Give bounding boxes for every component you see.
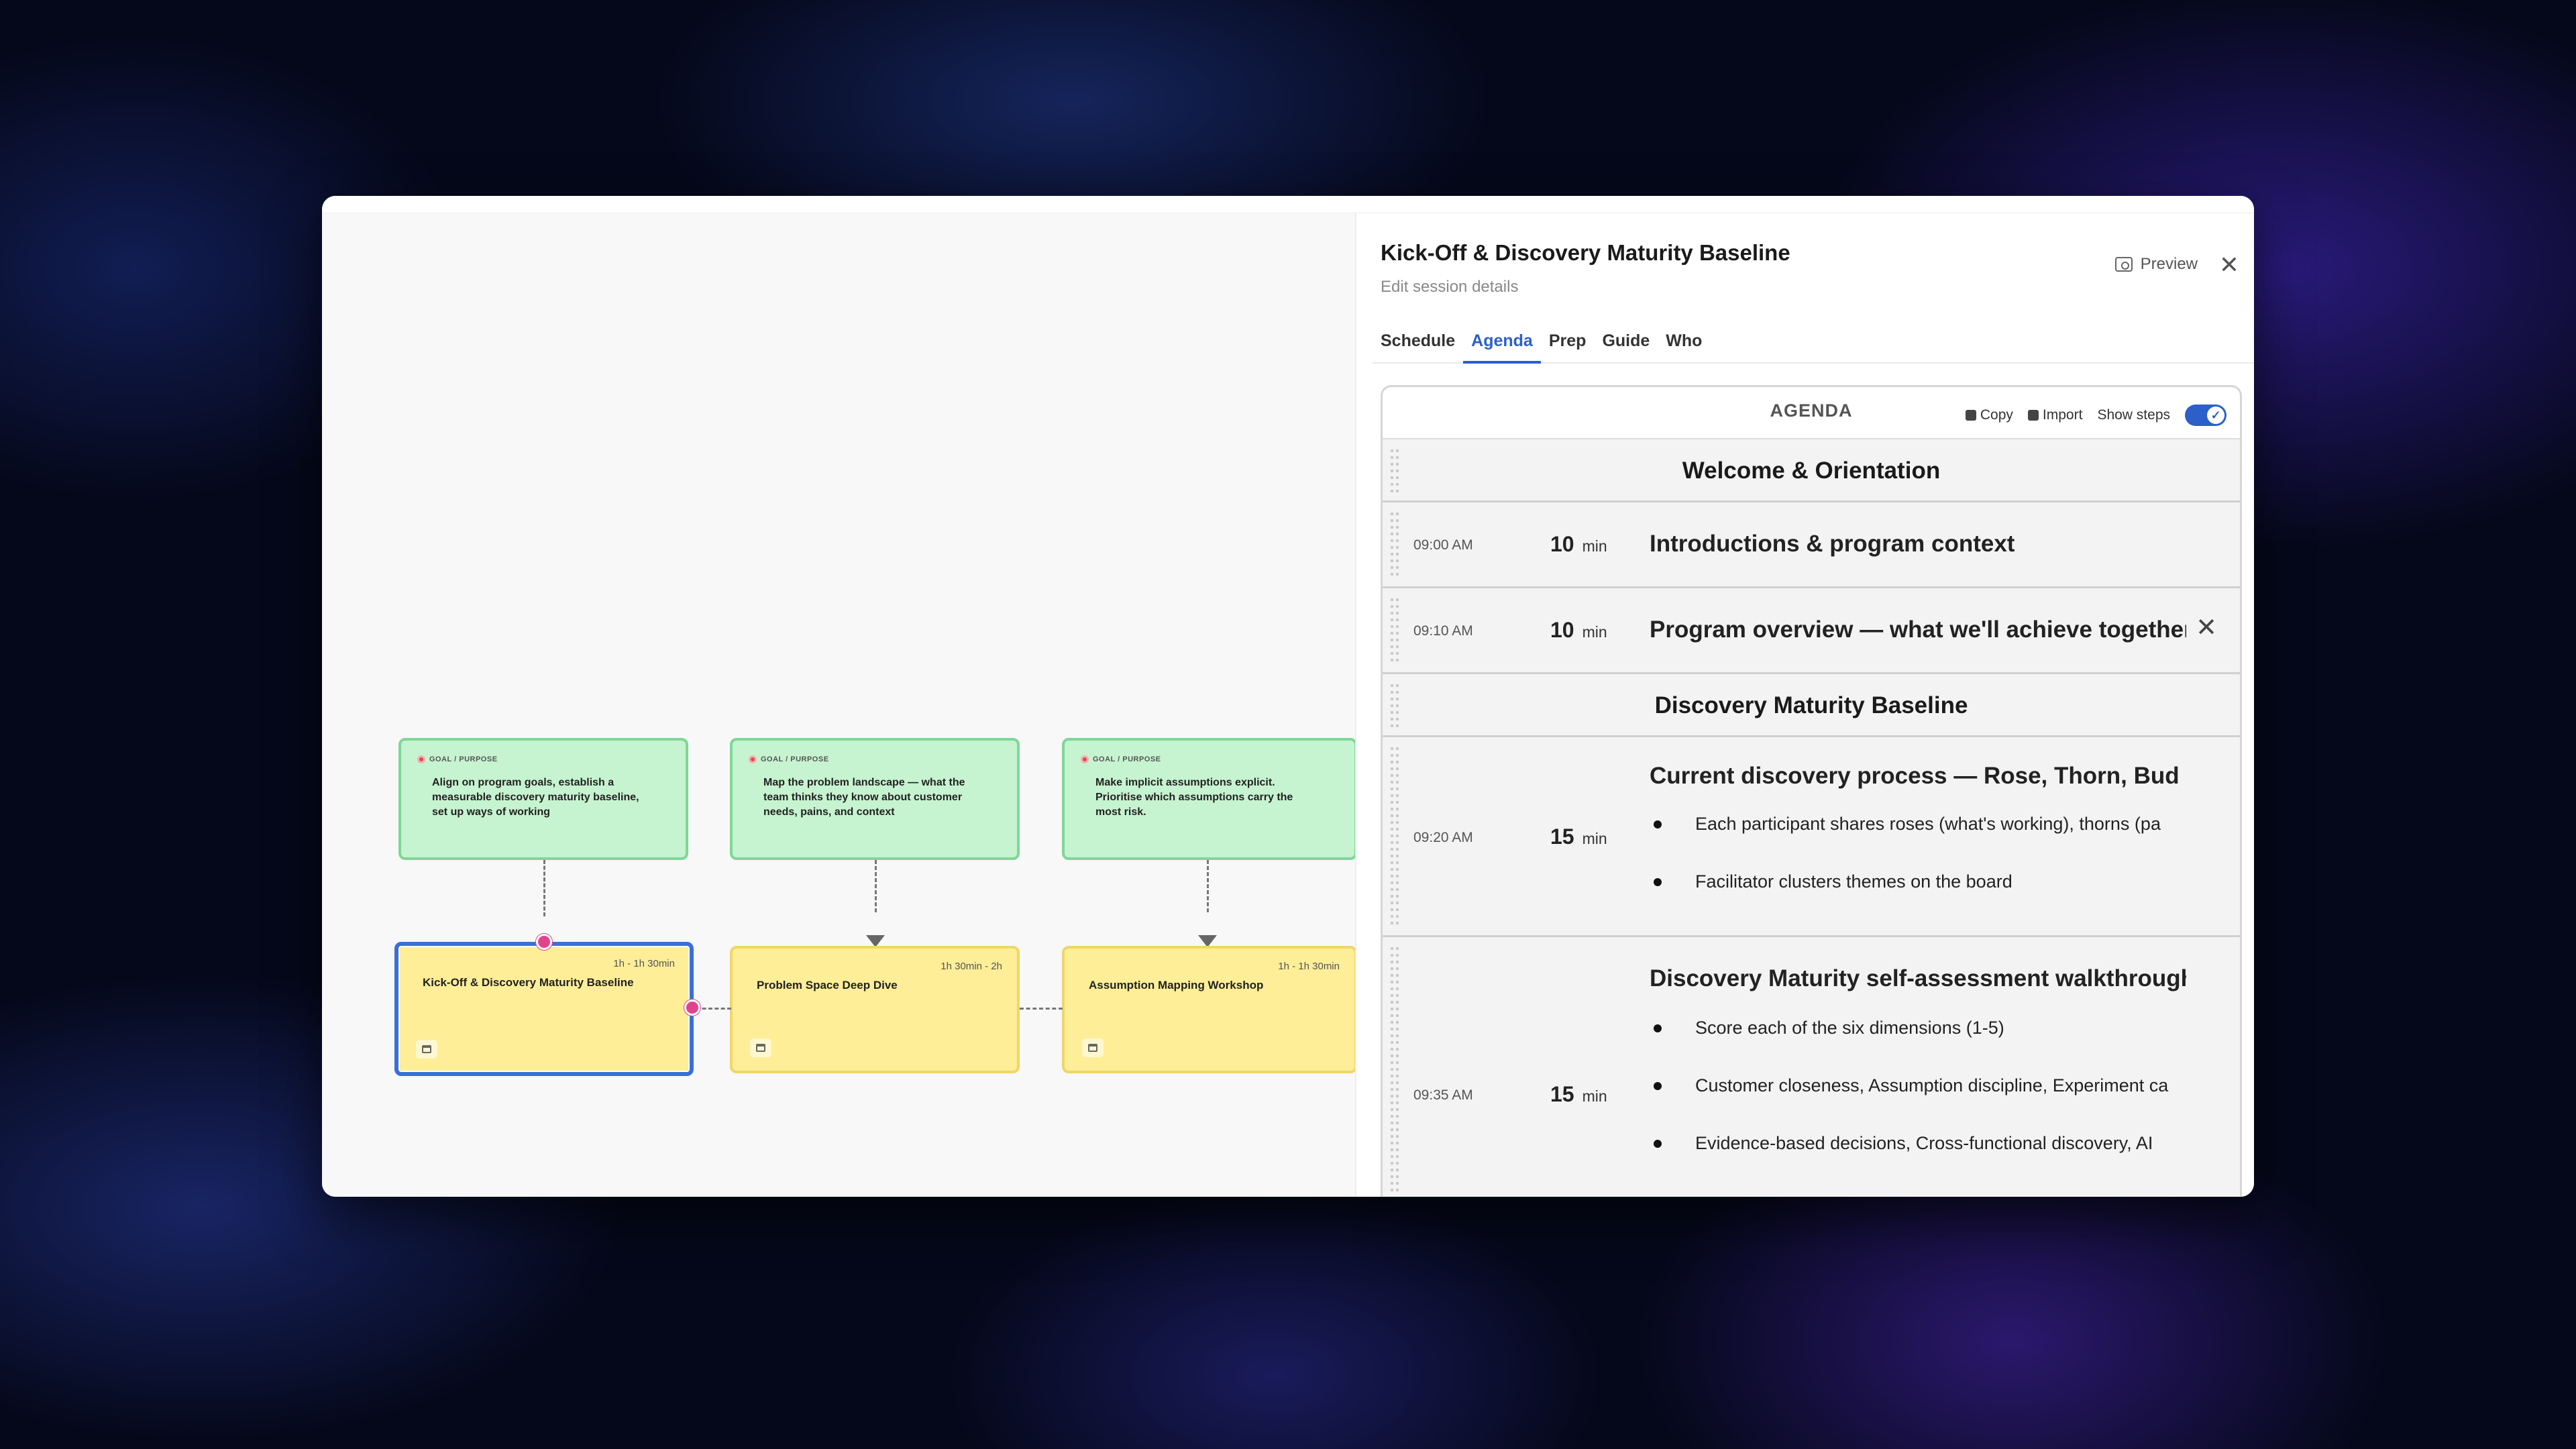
item-steps: Score each of the six dimensions (1-5) C… xyxy=(1650,999,2186,1172)
session-duration: 1h 30min - 2h xyxy=(941,961,1002,972)
session-title: Problem Space Deep Dive xyxy=(757,979,898,991)
item-duration[interactable]: 10 min xyxy=(1550,532,1607,557)
clipboard-icon xyxy=(1965,410,1976,421)
drag-handle[interactable] xyxy=(1389,596,1400,664)
agenda-item[interactable]: 09:10 AM 10 min Program overview — what w… xyxy=(1383,588,2240,674)
goal-card[interactable]: GOAL / PURPOSE Make implicit assumptions… xyxy=(1062,738,1355,860)
target-icon xyxy=(1081,755,1089,763)
session-card-selected[interactable]: 1h - 1h 30min Kick-Off & Discovery Matur… xyxy=(394,942,694,1076)
goal-card[interactable]: GOAL / PURPOSE Map the problem landscape… xyxy=(730,738,1020,860)
item-steps: Each participant shares roses (what's wo… xyxy=(1650,795,2186,910)
agenda-section[interactable]: Welcome & Orientation xyxy=(1383,439,2240,502)
item-time: 09:35 AM xyxy=(1413,1087,1473,1103)
connector-line xyxy=(1207,860,1209,912)
step-bullet[interactable]: Facilitator clusters themes on the board xyxy=(1650,853,2186,910)
connector-line xyxy=(875,860,877,912)
import-icon xyxy=(2027,410,2039,421)
drag-handle[interactable] xyxy=(1389,447,1400,492)
step-bullet[interactable]: Evidence-based decisions, Cross-function… xyxy=(1650,1114,2186,1172)
tab-who[interactable]: Who xyxy=(1658,323,1710,364)
calendar-icon[interactable] xyxy=(416,1040,437,1059)
session-details-panel: Kick-Off & Discovery Maturity Baseline E… xyxy=(1355,213,2254,1197)
goal-card[interactable]: GOAL / PURPOSE Align on program goals, e… xyxy=(398,738,688,860)
item-title[interactable]: Current discovery process — Rose, Thorn,… xyxy=(1650,763,2186,790)
item-title[interactable]: Program overview — what we'll achieve to… xyxy=(1650,616,2186,643)
preview-button[interactable]: Preview xyxy=(2114,255,2198,274)
goal-tag: GOAL / PURPOSE xyxy=(749,755,1001,763)
item-time: 09:00 AM xyxy=(1413,537,1473,553)
goal-text: Align on program goals, establish a meas… xyxy=(432,777,639,818)
agenda-section[interactable]: Discovery Maturity Baseline xyxy=(1383,674,2240,737)
item-duration[interactable]: 15 min xyxy=(1550,1082,1607,1107)
app-window: GOAL / PURPOSE Align on program goals, e… xyxy=(322,196,2254,1197)
item-title[interactable]: Introductions & program context xyxy=(1650,531,2186,557)
agenda-item[interactable]: 09:20 AM 15 min Current discovery process… xyxy=(1383,737,2240,937)
tab-schedule[interactable]: Schedule xyxy=(1373,323,1463,364)
session-duration: 1h - 1h 30min xyxy=(1278,961,1340,972)
item-time: 09:20 AM xyxy=(1413,830,1473,845)
connection-handle[interactable] xyxy=(536,934,552,950)
preview-icon xyxy=(2114,257,2133,272)
drag-handle[interactable] xyxy=(1389,945,1400,1195)
agenda-item[interactable]: 09:35 AM 15 min Discovery Maturity self-a… xyxy=(1383,937,2240,1197)
drag-handle[interactable] xyxy=(1389,745,1400,927)
target-icon xyxy=(749,755,757,763)
item-time: 09:10 AM xyxy=(1413,623,1473,639)
calendar-icon[interactable] xyxy=(1082,1038,1104,1057)
window-topbar xyxy=(322,196,2254,213)
flow-canvas[interactable]: GOAL / PURPOSE Align on program goals, e… xyxy=(322,213,1355,1197)
item-duration[interactable]: 15 min xyxy=(1550,824,1607,849)
remove-item-icon[interactable]: ✕ xyxy=(2196,612,2217,643)
session-card[interactable]: 1h - 1h 30min Assumption Mapping Worksho… xyxy=(1062,946,1355,1073)
agenda-header: AGENDA Copy Import Show steps xyxy=(1383,387,2240,439)
step-bullet[interactable]: Each participant shares roses (what's wo… xyxy=(1650,795,2186,853)
show-steps-label: Show steps xyxy=(2097,407,2170,423)
calendar-icon[interactable] xyxy=(750,1038,771,1057)
show-steps-toggle[interactable] xyxy=(2185,405,2226,426)
tab-agenda[interactable]: Agenda xyxy=(1463,323,1541,364)
item-title[interactable]: Discovery Maturity self-assessment walkt… xyxy=(1650,965,2186,992)
agenda-actions: Copy Import Show steps xyxy=(1965,405,2226,426)
import-button[interactable]: Import xyxy=(2027,407,2082,423)
step-bullet[interactable]: Customer closeness, Assumption disciplin… xyxy=(1650,1057,2186,1114)
goal-text: Map the problem landscape — what the tea… xyxy=(763,777,965,818)
goal-tag: GOAL / PURPOSE xyxy=(417,755,669,763)
drag-handle[interactable] xyxy=(1389,511,1400,578)
connector-line xyxy=(543,860,545,916)
panel-title: Kick-Off & Discovery Maturity Baseline xyxy=(1381,240,1790,265)
goal-text: Make implicit assumptions explicit. Prio… xyxy=(1095,777,1293,818)
item-duration[interactable]: 10 min xyxy=(1550,618,1607,643)
tab-prep[interactable]: Prep xyxy=(1541,323,1595,364)
panel-subtitle: Edit session details xyxy=(1381,278,1519,296)
connector-line xyxy=(1020,1008,1063,1010)
agenda-item[interactable]: 09:00 AM 10 min Introductions & program c… xyxy=(1383,502,2240,588)
target-icon xyxy=(417,755,425,763)
panel-tabs: Schedule Agenda Prep Guide Who xyxy=(1373,323,2254,364)
session-card[interactable]: 1h 30min - 2h Problem Space Deep Dive xyxy=(730,946,1020,1073)
connection-handle[interactable] xyxy=(684,1000,700,1016)
step-bullet[interactable]: Score each of the six dimensions (1-5) xyxy=(1650,999,2186,1057)
close-icon[interactable]: ✕ xyxy=(2219,251,2239,279)
session-title: Assumption Mapping Workshop xyxy=(1089,979,1264,991)
goal-tag: GOAL / PURPOSE xyxy=(1081,755,1338,763)
session-duration: 1h - 1h 30min xyxy=(613,958,675,969)
copy-button[interactable]: Copy xyxy=(1965,407,2013,423)
tab-guide[interactable]: Guide xyxy=(1594,323,1658,364)
session-title: Kick-Off & Discovery Maturity Baseline xyxy=(423,976,634,989)
drag-handle[interactable] xyxy=(1389,682,1400,727)
agenda-editor: AGENDA Copy Import Show steps Welcome & … xyxy=(1381,385,2242,1197)
